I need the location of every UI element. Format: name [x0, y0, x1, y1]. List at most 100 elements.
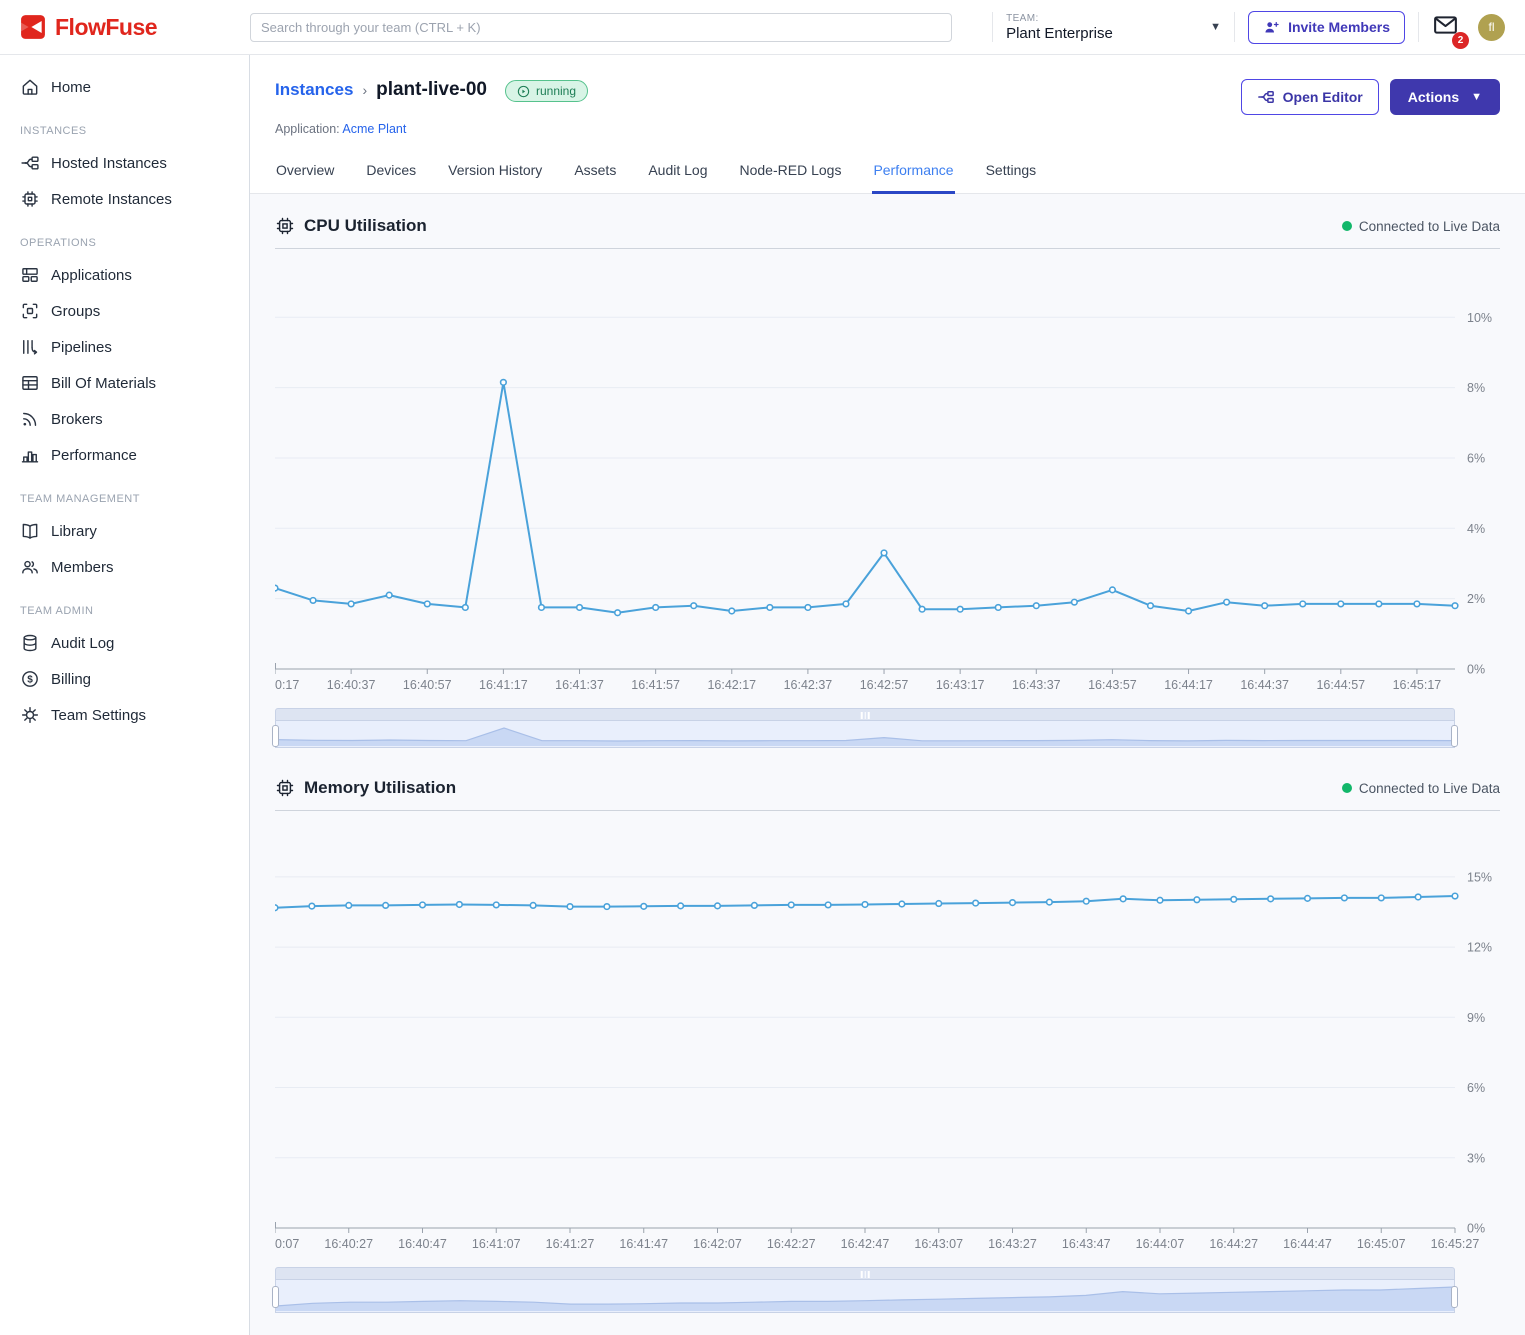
svg-text:16:41:07: 16:41:07 [472, 1237, 521, 1251]
minimap-drag-bar[interactable] [275, 708, 1455, 721]
svg-text:16:43:47: 16:43:47 [1062, 1237, 1111, 1251]
open-editor-button[interactable]: Open Editor [1241, 79, 1379, 115]
svg-text:8%: 8% [1467, 381, 1485, 395]
tab-assets[interactable]: Assets [573, 156, 617, 194]
home-icon [20, 77, 40, 97]
actions-button[interactable]: Actions ▼ [1390, 79, 1500, 115]
svg-text:16:41:27: 16:41:27 [546, 1237, 595, 1251]
svg-text:16:43:17: 16:43:17 [936, 678, 985, 692]
svg-text:0:07: 0:07 [275, 1237, 299, 1251]
notifications-button[interactable]: 2 [1432, 13, 1465, 42]
sidebar-item-performance[interactable]: Performance [0, 437, 249, 473]
sidebar-item-library[interactable]: Library [0, 513, 249, 549]
cpu-utilisation-chart[interactable]: 0%2%4%6%8%10%0:1716:40:3716:40:5716:41:1… [275, 261, 1500, 696]
svg-text:16:42:47: 16:42:47 [841, 1237, 890, 1251]
tab-overview[interactable]: Overview [275, 156, 335, 194]
svg-text:16:42:37: 16:42:37 [784, 678, 833, 692]
svg-text:16:44:57: 16:44:57 [1316, 678, 1365, 692]
svg-text:16:41:37: 16:41:37 [555, 678, 604, 692]
svg-text:16:45:07: 16:45:07 [1357, 1237, 1406, 1251]
minimap-left-handle[interactable] [272, 725, 279, 747]
minimap-right-handle[interactable] [1451, 725, 1458, 747]
flowfuse-logo-icon [20, 14, 46, 40]
cpu-minimap-preview[interactable] [276, 721, 1454, 746]
sidebar-item-label: Library [51, 523, 97, 540]
sidebar-item-groups[interactable]: Groups [0, 293, 249, 329]
breadcrumb-chevron-icon: › [362, 82, 367, 98]
svg-text:16:41:17: 16:41:17 [479, 678, 528, 692]
audit-log-icon [20, 633, 40, 653]
chevron-down-icon: ▼ [1471, 91, 1482, 103]
notification-count-badge: 2 [1452, 32, 1469, 49]
applications-icon [20, 265, 40, 285]
minimap-grip-icon [861, 1271, 870, 1278]
svg-text:16:42:27: 16:42:27 [767, 1237, 816, 1251]
svg-text:4%: 4% [1467, 522, 1485, 536]
tab-version-history[interactable]: Version History [447, 156, 543, 194]
running-status-icon [517, 85, 530, 98]
avatar[interactable]: fl [1478, 14, 1505, 41]
search-input[interactable] [250, 13, 952, 42]
sidebar-item-applications[interactable]: Applications [0, 257, 249, 293]
sidebar-item-hosted-instances[interactable]: Hosted Instances [0, 145, 249, 181]
sidebar-item-label: Bill Of Materials [51, 375, 156, 392]
svg-text:6%: 6% [1467, 451, 1485, 465]
sidebar-item-team-settings[interactable]: Team Settings [0, 697, 249, 733]
tab-node-red-logs[interactable]: Node-RED Logs [739, 156, 843, 194]
sidebar-item-pipelines[interactable]: Pipelines [0, 329, 249, 365]
svg-text:16:40:57: 16:40:57 [403, 678, 452, 692]
svg-text:16:45:27: 16:45:27 [1431, 1237, 1480, 1251]
sidebar-item-label: Brokers [51, 411, 103, 428]
sidebar-item-audit-log[interactable]: Audit Log [0, 625, 249, 661]
open-editor-label: Open Editor [1283, 89, 1363, 105]
minimap-right-handle[interactable] [1451, 1286, 1458, 1308]
sidebar-item-label: Billing [51, 671, 91, 688]
team-selector[interactable]: TEAM: Plant Enterprise ▼ [1006, 13, 1221, 42]
minimap-left-handle[interactable] [272, 1286, 279, 1308]
live-dot-icon [1342, 221, 1352, 231]
breadcrumb-instances-link[interactable]: Instances [275, 80, 353, 100]
invite-members-button[interactable]: Invite Members [1248, 11, 1405, 44]
sidebar-item-bill-of-materials[interactable]: Bill Of Materials [0, 365, 249, 401]
sidebar-item-brokers[interactable]: Brokers [0, 401, 249, 437]
sidebar-item-billing[interactable]: $ Billing [0, 661, 249, 697]
minimap-drag-bar[interactable] [275, 1267, 1455, 1280]
user-plus-icon [1263, 19, 1280, 36]
svg-text:16:44:37: 16:44:37 [1240, 678, 1289, 692]
svg-text:12%: 12% [1467, 941, 1492, 955]
sidebar-item-remote-instances[interactable]: Remote Instances [0, 181, 249, 217]
sidebar-item-label: Performance [51, 447, 137, 464]
breadcrumb: Instances › plant-live-00 [275, 79, 487, 101]
svg-text:16:44:07: 16:44:07 [1136, 1237, 1185, 1251]
svg-text:16:42:57: 16:42:57 [860, 678, 909, 692]
tab-performance[interactable]: Performance [872, 156, 954, 194]
memory-minimap-preview[interactable] [276, 1280, 1454, 1311]
page-header: Instances › plant-live-00 running [250, 55, 1525, 194]
divider [992, 12, 993, 42]
svg-text:$: $ [27, 675, 33, 686]
svg-text:16:44:47: 16:44:47 [1283, 1237, 1332, 1251]
memory-section-title: Memory Utilisation [275, 778, 456, 798]
flowfuse-logo[interactable]: FlowFuse [0, 14, 250, 41]
bill-of-materials-icon [20, 373, 40, 393]
sidebar-item-label: Audit Log [51, 635, 114, 652]
billing-icon: $ [20, 669, 40, 689]
memory-utilisation-chart[interactable]: 0%3%6%9%12%15%0:0716:40:2716:40:4716:41:… [275, 823, 1500, 1255]
svg-text:16:43:57: 16:43:57 [1088, 678, 1137, 692]
sidebar-item-home[interactable]: Home [0, 69, 249, 105]
memory-section: Memory Utilisation Connected to Live Dat… [275, 774, 1500, 1313]
tab-devices[interactable]: Devices [365, 156, 417, 194]
application-link[interactable]: Acme Plant [342, 122, 406, 136]
team-search [250, 13, 952, 42]
sidebar-section-label: TEAM ADMIN [0, 585, 249, 625]
svg-text:0%: 0% [1467, 663, 1485, 677]
tab-settings[interactable]: Settings [985, 156, 1038, 194]
sidebar-item-members[interactable]: Members [0, 549, 249, 585]
memory-chip-icon [275, 778, 295, 798]
sidebar-item-label: Pipelines [51, 339, 112, 356]
status-badge-label: running [536, 84, 576, 98]
svg-text:16:43:07: 16:43:07 [914, 1237, 963, 1251]
tab-audit-log[interactable]: Audit Log [647, 156, 708, 194]
divider [1418, 12, 1419, 42]
team-label: TEAM: [1006, 13, 1113, 24]
